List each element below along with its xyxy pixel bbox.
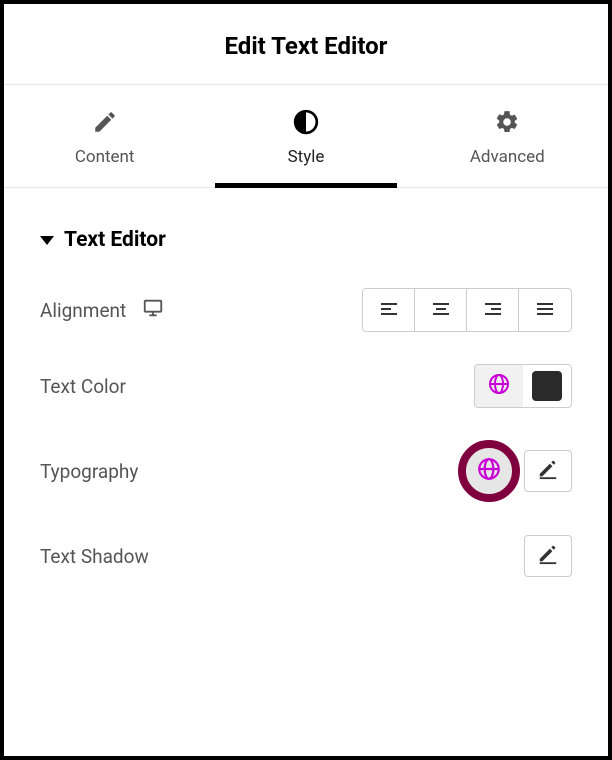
text-color-controls — [474, 364, 572, 408]
text-shadow-controls — [524, 535, 572, 577]
panel-header: Edit Text Editor — [4, 4, 608, 85]
align-left-button[interactable] — [363, 289, 415, 331]
row-text-shadow: Text Shadow — [40, 534, 572, 578]
pencil-underline-icon — [537, 458, 559, 484]
tab-style[interactable]: Style — [205, 85, 406, 187]
align-right-button[interactable] — [467, 289, 519, 331]
typography-controls — [458, 440, 572, 502]
globe-icon — [476, 456, 502, 486]
gear-icon — [494, 109, 520, 135]
align-justify-button[interactable] — [519, 289, 571, 331]
panel-title: Edit Text Editor — [4, 32, 608, 60]
section-title: Text Editor — [64, 228, 166, 252]
half-circle-icon — [293, 109, 319, 135]
row-alignment: Alignment — [40, 288, 572, 332]
pencil-underline-icon — [537, 543, 559, 569]
text-shadow-label: Text Shadow — [40, 545, 149, 568]
align-center-button[interactable] — [415, 289, 467, 331]
text-shadow-edit-button[interactable] — [524, 535, 572, 577]
caret-down-icon — [40, 236, 54, 245]
typography-edit-button[interactable] — [524, 450, 572, 492]
row-text-color: Text Color — [40, 364, 572, 408]
alignment-buttons — [362, 288, 572, 332]
row-typography: Typography — [40, 440, 572, 502]
tab-advanced[interactable]: Advanced — [407, 85, 608, 187]
section-header[interactable]: Text Editor — [40, 228, 572, 252]
typography-label: Typography — [40, 460, 138, 483]
alignment-label: Alignment — [40, 299, 126, 322]
color-swatch-button[interactable] — [523, 365, 571, 407]
text-color-label: Text Color — [40, 375, 126, 398]
style-panel: Text Editor Alignment Text Color — [4, 188, 608, 578]
global-typography-button[interactable] — [458, 440, 520, 502]
globe-icon — [487, 372, 511, 400]
global-color-button[interactable] — [475, 365, 523, 407]
color-swatch — [532, 371, 562, 401]
tab-label: Content — [75, 147, 135, 167]
tabs: Content Style Advanced — [4, 85, 608, 188]
tab-label: Style — [288, 147, 325, 167]
tab-label: Advanced — [470, 147, 545, 167]
pencil-icon — [92, 109, 118, 135]
tab-content[interactable]: Content — [4, 85, 205, 187]
desktop-icon[interactable] — [142, 297, 164, 324]
